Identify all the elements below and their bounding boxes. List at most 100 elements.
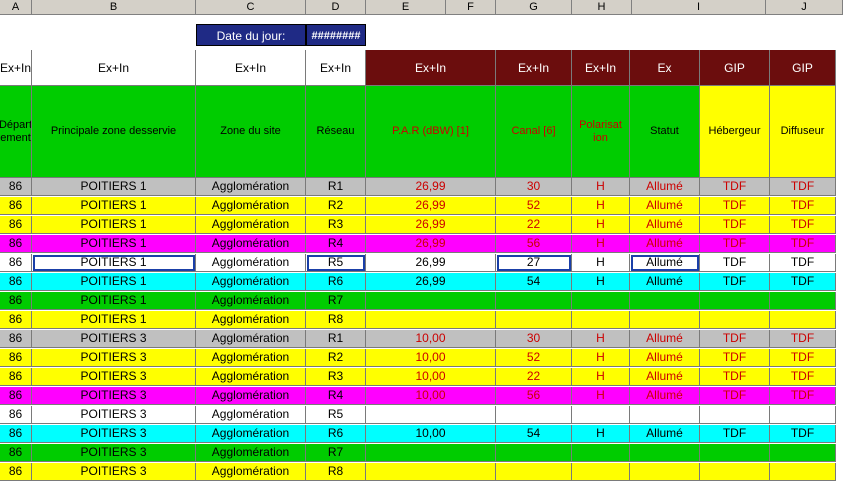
cell-canal[interactable]: 54 <box>496 425 572 443</box>
column-header-d[interactable]: D <box>306 0 366 14</box>
cell-reseau[interactable]: R7 <box>306 292 366 310</box>
cell-zone-site[interactable]: Agglomération <box>196 368 306 386</box>
cell-hebergeur[interactable]: TDF <box>700 235 770 253</box>
cell-hebergeur[interactable]: TDF <box>700 254 770 272</box>
cell-reseau[interactable]: R7 <box>306 444 366 462</box>
cell-reseau[interactable]: R3 <box>306 368 366 386</box>
cell-reseau[interactable]: R1 <box>306 178 366 196</box>
header-access-hebergeur[interactable]: GIP <box>700 50 770 86</box>
header-label-reseau[interactable]: Réseau <box>306 86 366 178</box>
cell-zone-desservie[interactable]: POITIERS 3 <box>32 349 196 367</box>
cell-zone-site[interactable]: Agglomération <box>196 311 306 329</box>
cell-par[interactable]: 26,99 <box>366 235 496 253</box>
cell-statut[interactable]: Allumé <box>630 425 700 443</box>
cell-diffuseur[interactable] <box>770 444 836 462</box>
cell-reseau[interactable]: R8 <box>306 463 366 481</box>
header-label-hebergeur[interactable]: Hébergeur <box>700 86 770 178</box>
header-access-statut[interactable]: Ex <box>630 50 700 86</box>
cell-diffuseur[interactable] <box>770 292 836 310</box>
cell-zone-site[interactable]: Agglomération <box>196 387 306 405</box>
cell-hebergeur[interactable]: TDF <box>700 273 770 291</box>
cell-reseau[interactable]: R5 <box>306 406 366 424</box>
cell-departement[interactable]: 86 <box>0 463 32 481</box>
cell-canal[interactable]: 30 <box>496 178 572 196</box>
cell-zone-site[interactable]: Agglomération <box>196 425 306 443</box>
column-header-g[interactable]: G <box>496 0 572 14</box>
cell-polarisation[interactable]: H <box>572 178 630 196</box>
cell-canal[interactable] <box>496 311 572 329</box>
header-label-zone-site[interactable]: Zone du site <box>196 86 306 178</box>
cell-departement[interactable]: 86 <box>0 368 32 386</box>
column-header-b[interactable]: B <box>32 0 196 14</box>
header-access-canal[interactable]: Ex+In <box>496 50 572 86</box>
cell-reseau[interactable]: R4 <box>306 235 366 253</box>
cell-hebergeur[interactable] <box>700 463 770 481</box>
cell-polarisation[interactable]: H <box>572 216 630 234</box>
cell-reseau[interactable]: R6 <box>306 273 366 291</box>
cell-canal[interactable]: 52 <box>496 349 572 367</box>
cell-polarisation[interactable]: H <box>572 273 630 291</box>
cell-polarisation[interactable]: H <box>572 387 630 405</box>
cell-hebergeur[interactable] <box>700 444 770 462</box>
cell-diffuseur[interactable] <box>770 406 836 424</box>
cell-departement[interactable]: 86 <box>0 330 32 348</box>
cell-zone-desservie[interactable]: POITIERS 1 <box>32 311 196 329</box>
cell-departement[interactable]: 86 <box>0 406 32 424</box>
header-access-zone-site[interactable]: Ex+In <box>196 50 306 86</box>
cell-polarisation[interactable]: H <box>572 197 630 215</box>
header-label-canal[interactable]: Canal [6] <box>496 86 572 178</box>
cell-zone-desservie[interactable]: POITIERS 3 <box>32 330 196 348</box>
cell-zone-desservie[interactable]: POITIERS 1 <box>32 273 196 291</box>
cell-canal[interactable]: 22 <box>496 216 572 234</box>
cell-canal[interactable] <box>496 406 572 424</box>
cell-zone-site[interactable]: Agglomération <box>196 292 306 310</box>
cell-par[interactable]: 26,99 <box>366 216 496 234</box>
cell-zone-desservie[interactable]: POITIERS 1 <box>32 235 196 253</box>
cell-reseau[interactable]: R2 <box>306 197 366 215</box>
cell-par[interactable] <box>366 406 496 424</box>
cell-departement[interactable]: 86 <box>0 349 32 367</box>
cell-departement[interactable]: 86 <box>0 254 32 272</box>
cell-par[interactable]: 26,99 <box>366 273 496 291</box>
cell-hebergeur[interactable] <box>700 406 770 424</box>
column-header-a[interactable]: A <box>0 0 32 14</box>
cell-polarisation[interactable]: H <box>572 235 630 253</box>
cell-statut[interactable]: Allumé <box>630 273 700 291</box>
cell-par[interactable] <box>366 292 496 310</box>
cell-zone-desservie[interactable]: POITIERS 1 <box>32 178 196 196</box>
cell-polarisation[interactable]: H <box>572 368 630 386</box>
cell-polarisation[interactable] <box>572 463 630 481</box>
cell-zone-site[interactable]: Agglomération <box>196 406 306 424</box>
cell-diffuseur[interactable]: TDF <box>770 235 836 253</box>
cell-polarisation[interactable] <box>572 311 630 329</box>
cell-zone-desservie[interactable]: POITIERS 1 <box>32 197 196 215</box>
cell-departement[interactable]: 86 <box>0 235 32 253</box>
cell-diffuseur[interactable] <box>770 463 836 481</box>
column-header-j[interactable]: J <box>766 0 843 14</box>
cell-hebergeur[interactable]: TDF <box>700 368 770 386</box>
cell-statut[interactable]: Allumé <box>630 368 700 386</box>
cell-zone-desservie[interactable]: POITIERS 3 <box>32 425 196 443</box>
cell-hebergeur[interactable]: TDF <box>700 387 770 405</box>
header-label-diffuseur[interactable]: Diffuseur <box>770 86 836 178</box>
column-header-c[interactable]: C <box>196 0 306 14</box>
cell-zone-desservie[interactable]: POITIERS 3 <box>32 406 196 424</box>
cell-departement[interactable]: 86 <box>0 387 32 405</box>
cell-statut[interactable]: Allumé <box>630 387 700 405</box>
cell-canal[interactable]: 54 <box>496 273 572 291</box>
cell-par[interactable]: 10,00 <box>366 349 496 367</box>
cell-canal[interactable]: 56 <box>496 387 572 405</box>
cell-hebergeur[interactable]: TDF <box>700 349 770 367</box>
cell-statut[interactable]: Allumé <box>630 178 700 196</box>
cell-par[interactable] <box>366 311 496 329</box>
cell-reseau[interactable]: R2 <box>306 349 366 367</box>
cell-zone-desservie[interactable]: POITIERS 3 <box>32 444 196 462</box>
cell-zone-site[interactable]: Agglomération <box>196 254 306 272</box>
cell-canal[interactable]: 22 <box>496 368 572 386</box>
cell-departement[interactable]: 86 <box>0 311 32 329</box>
cell-diffuseur[interactable]: TDF <box>770 387 836 405</box>
header-label-polarisation[interactable]: Polarisat ion <box>572 86 630 178</box>
cell-statut[interactable]: Allumé <box>630 216 700 234</box>
cell-canal[interactable]: 30 <box>496 330 572 348</box>
cell-zone-site[interactable]: Agglomération <box>196 235 306 253</box>
